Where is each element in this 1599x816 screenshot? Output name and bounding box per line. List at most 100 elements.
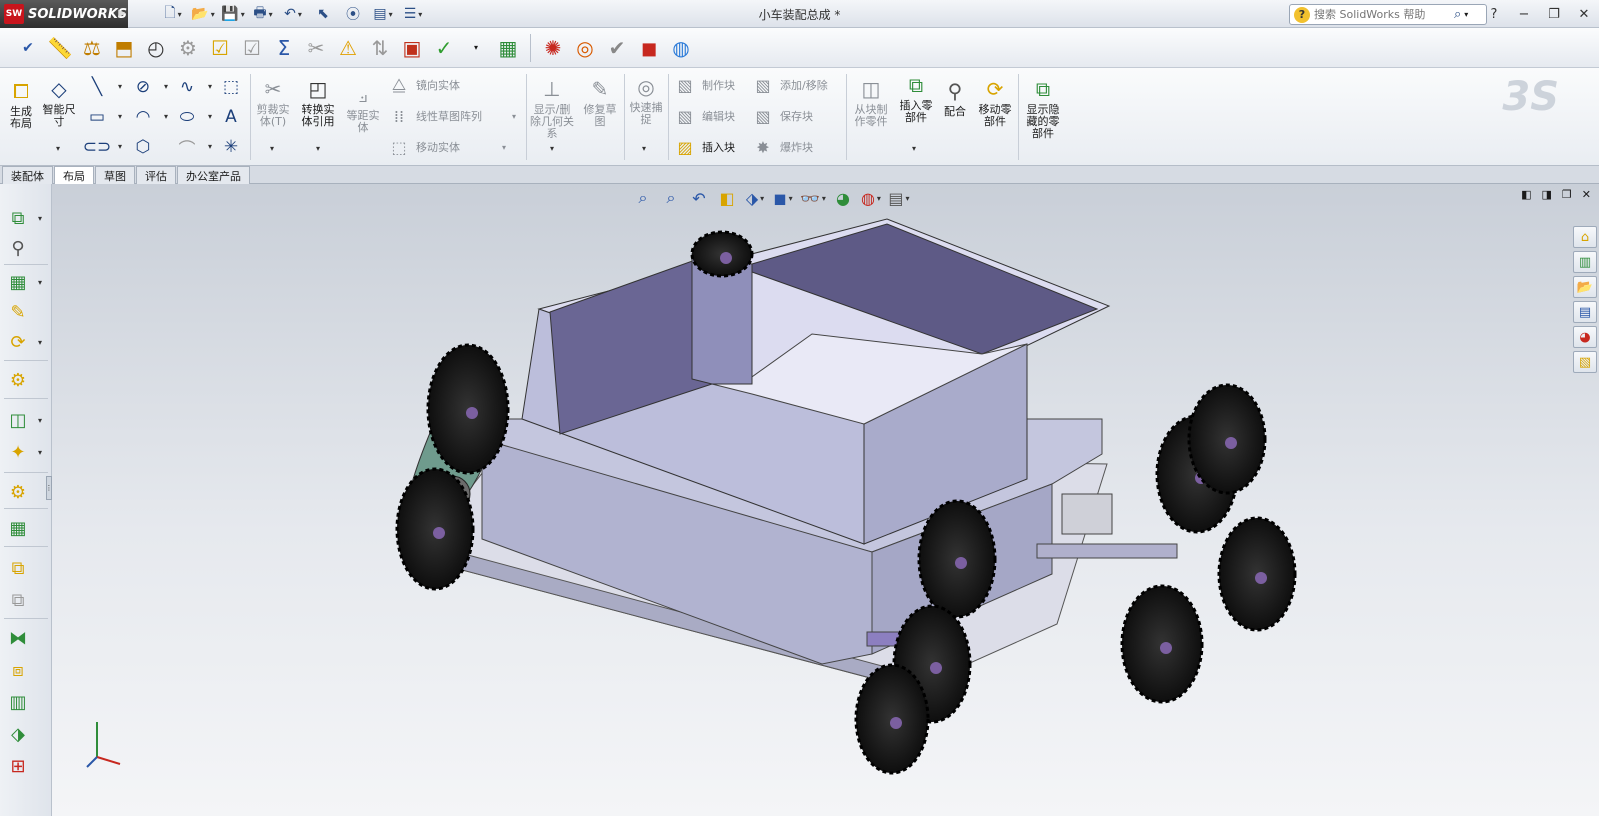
insert-components-dropdown-icon[interactable]: ▾ bbox=[912, 144, 916, 153]
pattern-dropdown-icon[interactable]: ▾ bbox=[38, 278, 42, 287]
trim-dropdown-icon[interactable]: ▾ bbox=[270, 144, 274, 153]
features-dropdown-icon[interactable]: ▾ bbox=[38, 416, 42, 425]
warning-icon[interactable]: ⚠ bbox=[334, 33, 362, 63]
bill-of-materials-icon[interactable]: ▦ bbox=[494, 33, 522, 63]
save-block-button[interactable]: ▧ 保存块 bbox=[752, 105, 813, 127]
linear-pattern-button[interactable]: ⁞⁞ 线性草图阵列 ▾ bbox=[388, 105, 516, 127]
polygon-icon[interactable]: ⬡ bbox=[132, 136, 154, 158]
print-button[interactable]: 🖶 ▾ bbox=[250, 3, 276, 25]
edit-block-button[interactable]: ▧ 编辑块 bbox=[674, 105, 735, 127]
geometry-analysis-icon[interactable]: ☑ bbox=[238, 33, 266, 63]
save-dropdown-icon[interactable]: ▾ bbox=[241, 10, 245, 19]
smart-dimension-button[interactable]: ◇ 智能尺寸 bbox=[40, 76, 78, 128]
check-icon[interactable]: ☑ bbox=[206, 33, 234, 63]
restore-button[interactable]: ❐ bbox=[1543, 4, 1565, 24]
trim-entities-button[interactable]: ✂ 剪裁实体(T) bbox=[254, 76, 292, 128]
performance-evaluation-icon[interactable]: ◴ bbox=[142, 33, 170, 63]
insert-component-icon[interactable]: ⧉ bbox=[4, 204, 32, 232]
file-props-button[interactable]: ▤ ▾ bbox=[370, 3, 396, 25]
help-button[interactable]: ? bbox=[1483, 4, 1505, 24]
exploded-view-icon[interactable]: ⧉ bbox=[4, 554, 32, 582]
new-dropdown-icon[interactable]: ▾ bbox=[178, 10, 182, 19]
symmetry-check-icon[interactable]: ✔ bbox=[603, 33, 631, 63]
thickness-analysis-icon[interactable]: ⇅ bbox=[366, 33, 394, 63]
dimension-dropdown-icon[interactable]: ▾ bbox=[56, 144, 60, 153]
interference-detection-icon[interactable]: ⚙ bbox=[174, 33, 202, 63]
pattern-dropdown-icon[interactable]: ▾ bbox=[512, 112, 516, 121]
point-icon[interactable]: ✳ bbox=[220, 136, 242, 158]
tab-4[interactable]: 办公室产品 bbox=[177, 166, 250, 184]
arc-icon[interactable]: ◠ bbox=[132, 106, 154, 128]
open-button[interactable]: 📂 ▾ bbox=[190, 3, 216, 25]
print-dropdown-icon[interactable]: ▾ bbox=[269, 10, 273, 19]
tab-1[interactable]: 布局 bbox=[54, 166, 94, 184]
create-layout-button[interactable]: ⧠ 生成布局 bbox=[6, 78, 36, 130]
cart-assembly-model[interactable] bbox=[52, 184, 1599, 816]
convert-dropdown-icon[interactable]: ▾ bbox=[316, 144, 320, 153]
circle-icon[interactable]: ⊘ bbox=[132, 76, 154, 98]
slot-icon[interactable]: ⊂⊃ bbox=[83, 136, 112, 158]
design-table-icon[interactable]: ▣ bbox=[398, 33, 426, 63]
fillet-dropdown-icon[interactable]: ▾ bbox=[208, 142, 212, 151]
reference-geometry-icon[interactable]: ✦ bbox=[4, 438, 32, 466]
check-cross-icon[interactable]: ✓ bbox=[430, 33, 458, 63]
measure-icon[interactable]: 📏 bbox=[46, 33, 74, 63]
rectangle-dropdown-icon[interactable]: ▾ bbox=[118, 112, 122, 121]
tab-2[interactable]: 草图 bbox=[95, 166, 135, 184]
show-delete-relations-button[interactable]: ⊥ 显示/删除几何关系 bbox=[530, 76, 574, 140]
explode-line-sketch-icon[interactable]: ⧉ bbox=[4, 586, 32, 614]
photoview-render-icon[interactable]: ◍ bbox=[667, 33, 695, 63]
ellipse-icon[interactable]: ⬭ bbox=[176, 106, 198, 128]
move-dropdown-icon[interactable]: ▾ bbox=[502, 143, 506, 152]
save-button[interactable]: 💾 ▾ bbox=[220, 3, 246, 25]
search-dropdown-icon[interactable]: ▾ bbox=[1464, 10, 1468, 19]
ellipse-dropdown-icon[interactable]: ▾ bbox=[208, 112, 212, 121]
insert-components-button[interactable]: ⧉ 插入零部件 bbox=[896, 72, 936, 124]
slot-dropdown-icon[interactable]: ▾ bbox=[118, 142, 122, 151]
minimize-button[interactable]: − bbox=[1513, 4, 1535, 24]
make-block-button[interactable]: ▧ 制作块 bbox=[674, 74, 735, 96]
graphics-area[interactable]: ⌕ ⌕ ↶ ◧ ⬗ ▾ ◼ ▾ 👓 ▾ ◕ ◍ ▾ ▤ ▾ ◧ ◨ ❐ ✕ ⌂ ▥ 📂 ▤… bbox=[52, 184, 1599, 816]
move-component-icon[interactable]: ⟳ bbox=[4, 328, 32, 356]
relations-dropdown-icon[interactable]: ▾ bbox=[550, 144, 554, 153]
text-icon[interactable]: A bbox=[220, 106, 242, 128]
line-icon[interactable]: ╲ bbox=[86, 76, 108, 98]
repair-sketch-button[interactable]: ✎ 修复草图 bbox=[580, 76, 620, 128]
offset-entities-button[interactable]: ⟓ 等距实体 bbox=[343, 82, 383, 134]
move-dropdown-icon[interactable]: ▾ bbox=[38, 338, 42, 347]
open-dropdown-icon[interactable]: ▾ bbox=[211, 10, 215, 19]
spell-check-icon[interactable]: ✔ bbox=[14, 33, 42, 63]
sum-equations-icon[interactable]: Σ bbox=[270, 33, 298, 63]
component-pattern-icon[interactable]: ▦ bbox=[4, 268, 32, 296]
edit-component-icon[interactable]: ✎ bbox=[4, 298, 32, 326]
new-button[interactable]: 🗋 ▾ bbox=[160, 3, 186, 25]
file-props-dropdown-icon[interactable]: ▾ bbox=[389, 10, 393, 19]
tab-0[interactable]: 装配体 bbox=[2, 166, 53, 184]
undo-dropdown-icon[interactable]: ▾ bbox=[298, 10, 302, 19]
explode-block-button[interactable]: ✸ 爆炸块 bbox=[752, 136, 813, 158]
spline-icon[interactable]: ∿ bbox=[176, 76, 198, 98]
reference-dropdown-icon[interactable]: ▾ bbox=[38, 448, 42, 457]
mirror-entities-button[interactable]: ⧋ 镜向实体 bbox=[388, 74, 460, 96]
appearance-icon[interactable]: ◼ bbox=[635, 33, 663, 63]
mate-button[interactable]: ⚲ 配合 bbox=[940, 78, 970, 118]
new-motion-study-icon[interactable]: ⚙ bbox=[4, 478, 32, 506]
options-dropdown-icon[interactable]: ▾ bbox=[418, 10, 422, 19]
undo-button[interactable]: ↶ ▾ bbox=[280, 3, 306, 25]
close-button[interactable]: ✕ bbox=[1573, 4, 1595, 24]
hole-alignment-icon[interactable]: ▥ bbox=[4, 688, 32, 716]
section-properties-icon[interactable]: ⬒ bbox=[110, 33, 138, 63]
spline-dropdown-icon[interactable]: ▾ bbox=[208, 82, 212, 91]
zebra-stripes-icon[interactable]: ✺ bbox=[539, 33, 567, 63]
convert-entities-button[interactable]: ◰ 转换实体引用 bbox=[298, 76, 338, 128]
search-icon[interactable]: ⌕ bbox=[1454, 7, 1461, 22]
move-entities-button[interactable]: ⬚ 移动实体 ▾ bbox=[388, 136, 506, 158]
line-dropdown-icon[interactable]: ▾ bbox=[118, 82, 122, 91]
assembly-features-icon[interactable]: ◫ bbox=[4, 406, 32, 434]
fillet-icon[interactable]: ⌒ bbox=[176, 136, 198, 160]
select-button[interactable]: ⬉ bbox=[310, 3, 336, 25]
insert-block-button[interactable]: ▨ 插入块 bbox=[674, 136, 735, 158]
mate-icon[interactable]: ⚲ bbox=[4, 234, 32, 262]
draft-analysis-icon[interactable]: ✂ bbox=[302, 33, 330, 63]
smart-fasteners-icon[interactable]: ⊞ bbox=[4, 752, 32, 780]
